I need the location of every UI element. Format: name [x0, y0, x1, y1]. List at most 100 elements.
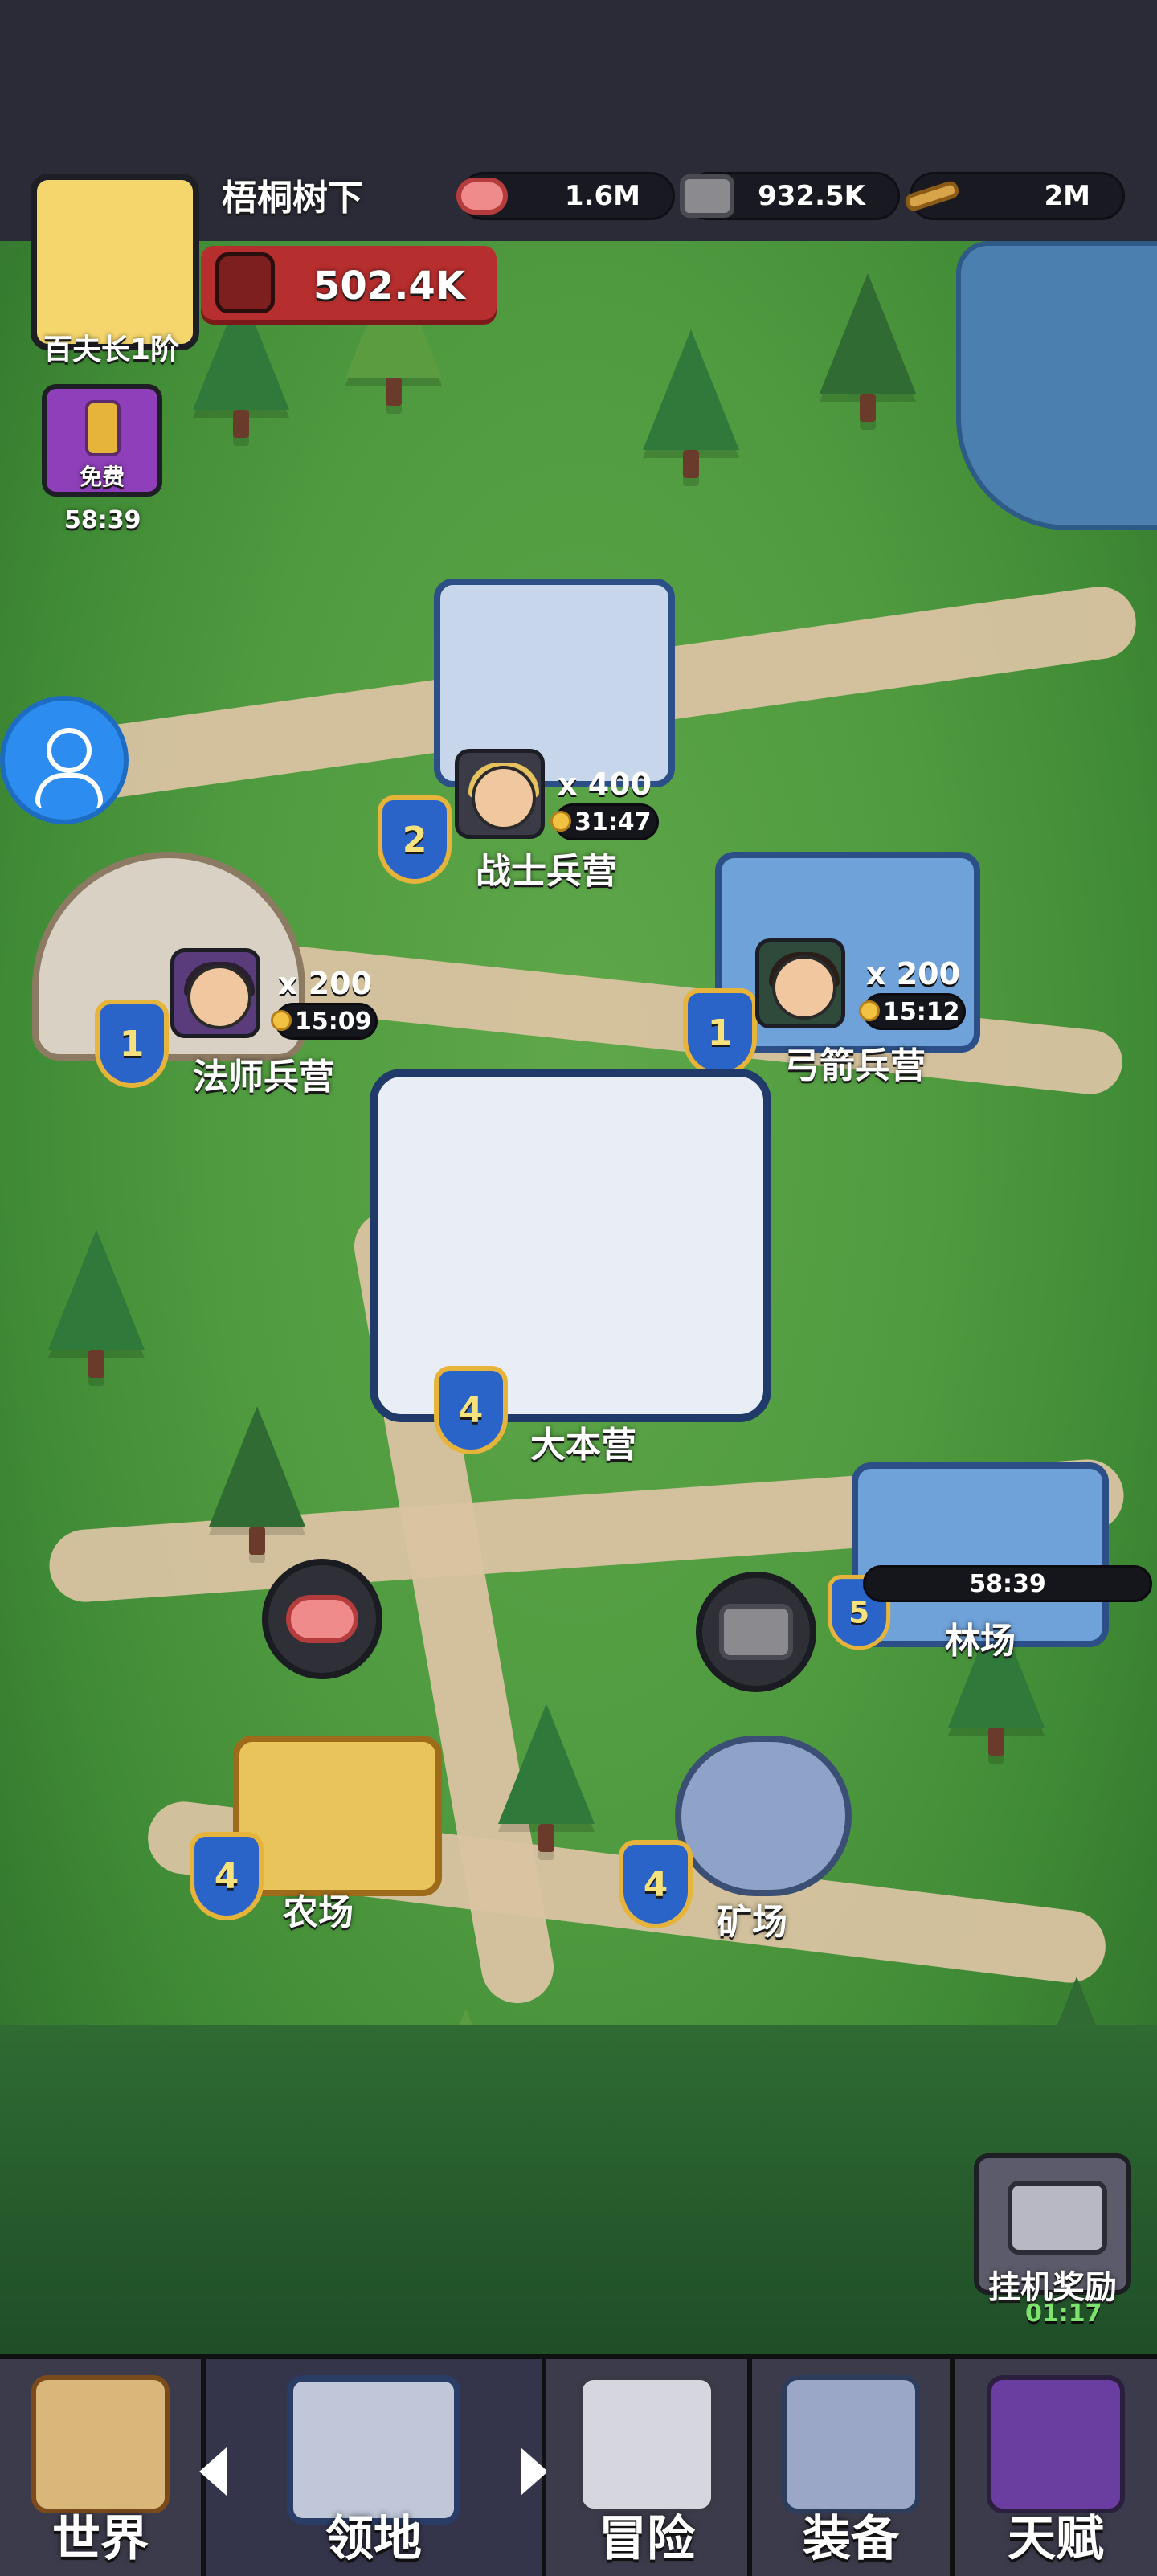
- mage-face: [187, 965, 251, 1029]
- mine-level-badge: 4: [619, 1840, 693, 1928]
- power-value: 502.4K: [313, 264, 466, 309]
- nav-world-label: 世界: [52, 2511, 149, 2567]
- idle-reward-timer: 01:17: [1025, 2300, 1102, 2328]
- archer-barracks-name[interactable]: 弓箭兵营: [784, 1037, 926, 1088]
- level-badge: 4: [619, 1840, 693, 1928]
- mage-barracks-level-badge: 1: [95, 1000, 169, 1088]
- lumber-yard-timer-text: 58:39: [969, 1569, 1046, 1598]
- idle-reward-button[interactable]: 挂机奖励: [974, 2153, 1131, 2306]
- coin-icon: [271, 1010, 292, 1031]
- mage-barracks-name[interactable]: 法师兵营: [193, 1048, 334, 1099]
- resource-stone: 932.5K: [680, 172, 900, 220]
- nav-adventure[interactable]: 冒险: [546, 2359, 752, 2576]
- nav-territory-label: 领地: [325, 2511, 422, 2567]
- pine-tree: [498, 1703, 595, 1852]
- warrior-timer: 31:47: [550, 803, 659, 840]
- pine-tree: [48, 1229, 145, 1378]
- axe-icon: [215, 252, 275, 313]
- headquarters-name[interactable]: 大本营: [530, 1416, 636, 1467]
- chest-icon: [1008, 2181, 1107, 2255]
- level-number: 1: [119, 1023, 145, 1065]
- friends-button[interactable]: [0, 696, 129, 824]
- mage-timer: 15:09: [271, 1003, 378, 1040]
- archer-count: x 200: [866, 956, 961, 992]
- pine-tree: [643, 329, 739, 478]
- coin-icon: [859, 1000, 880, 1021]
- stone-collect-bubble[interactable]: [696, 1572, 816, 1692]
- nav-world[interactable]: 世界: [0, 2359, 206, 2576]
- level-badge: 4: [190, 1832, 264, 1920]
- level-number: 4: [214, 1855, 239, 1897]
- meat-shape: [456, 178, 508, 215]
- level-number: 1: [707, 1012, 733, 1053]
- mine-building[interactable]: [675, 1736, 852, 1896]
- coin-icon: [550, 811, 571, 832]
- archer-barracks-level-badge: 1: [683, 988, 757, 1077]
- warrior-barracks-level-badge: 2: [378, 795, 452, 884]
- lumber-yard-timer: 58:39: [863, 1565, 1152, 1602]
- level-badge: 4: [434, 1366, 508, 1454]
- lumber-yard-name[interactable]: 林场: [945, 1612, 1016, 1663]
- resource-value: 1.6M: [564, 180, 640, 212]
- level-number: 2: [402, 819, 427, 861]
- warrior-count: x 400: [558, 767, 652, 802]
- lake: [956, 241, 1157, 530]
- mage-timer-text: 15:09: [295, 1007, 372, 1036]
- player-avatar[interactable]: [31, 174, 199, 350]
- stone-shape: [680, 174, 734, 218]
- chevron-right-icon: [521, 2447, 548, 2496]
- bottom-navigation: 世界 领地 冒险 装备 天赋: [0, 2354, 1157, 2576]
- warrior-barracks-name[interactable]: 战士兵营: [476, 842, 617, 893]
- headquarters-building[interactable]: [370, 1069, 771, 1422]
- chevron-left-icon: [199, 2447, 227, 2496]
- archer-face: [772, 955, 836, 1020]
- player-rank: 百夫长1阶: [43, 333, 180, 366]
- territory-map[interactable]: 2 x 400 31:47 战士兵营 1 x 200 15:09 法师兵营 1 …: [0, 241, 1157, 2354]
- meat-icon: [452, 166, 513, 227]
- player-name: 梧桐树下: [222, 178, 363, 219]
- nav-territory[interactable]: 领地: [199, 2359, 548, 2576]
- nav-talent-label: 天赋: [1008, 2511, 1104, 2567]
- pine-tree: [209, 1406, 305, 1555]
- mage-count: x 200: [278, 966, 373, 1001]
- archer-timer: 15:12: [859, 993, 966, 1030]
- nav-adventure-label: 冒险: [599, 2511, 695, 2567]
- resource-value: 932.5K: [758, 180, 865, 212]
- nav-equipment[interactable]: 装备: [752, 2359, 955, 2576]
- farm-name[interactable]: 农场: [283, 1883, 354, 1935]
- user-icon: [35, 773, 103, 808]
- spellbook-icon: [987, 2375, 1125, 2513]
- mage-barracks-building[interactable]: [32, 852, 305, 1061]
- meat-collect-bubble[interactable]: [262, 1559, 382, 1679]
- stone-icon: [677, 166, 738, 227]
- helmet-icon: [782, 2375, 920, 2513]
- archer-timer-text: 15:12: [883, 997, 960, 1026]
- warrior-face: [472, 766, 536, 830]
- level-number: 4: [643, 1863, 668, 1905]
- level-badge: 1: [683, 988, 757, 1077]
- pine-tree: [820, 273, 916, 422]
- resource-meat: 1.6M: [456, 172, 675, 220]
- user-icon: [47, 728, 92, 773]
- level-badge: 2: [378, 795, 452, 884]
- warrior-unit-card[interactable]: [455, 749, 545, 839]
- plank-shape: [903, 179, 961, 213]
- crossed-axes-icon: [578, 2375, 716, 2513]
- mage-unit-card[interactable]: [170, 948, 260, 1038]
- level-number: 5: [848, 1595, 870, 1630]
- level-badge: 1: [95, 1000, 169, 1088]
- power-banner: 502.4K: [201, 246, 497, 320]
- resource-wood: 2M: [903, 172, 1125, 220]
- farm-level-badge: 4: [190, 1832, 264, 1920]
- nav-equipment-label: 装备: [803, 2511, 899, 2567]
- archer-unit-card[interactable]: [755, 938, 845, 1028]
- stone-icon: [719, 1604, 793, 1660]
- level-number: 4: [458, 1389, 484, 1431]
- nav-talent[interactable]: 天赋: [955, 2359, 1157, 2576]
- wood-icon: [901, 166, 963, 227]
- free-reward-button[interactable]: 免费: [42, 384, 162, 497]
- mine-name[interactable]: 矿场: [717, 1893, 787, 1944]
- farm-building[interactable]: [233, 1736, 442, 1896]
- free-label: 免费: [79, 464, 125, 490]
- map-scroll-icon: [31, 2375, 170, 2513]
